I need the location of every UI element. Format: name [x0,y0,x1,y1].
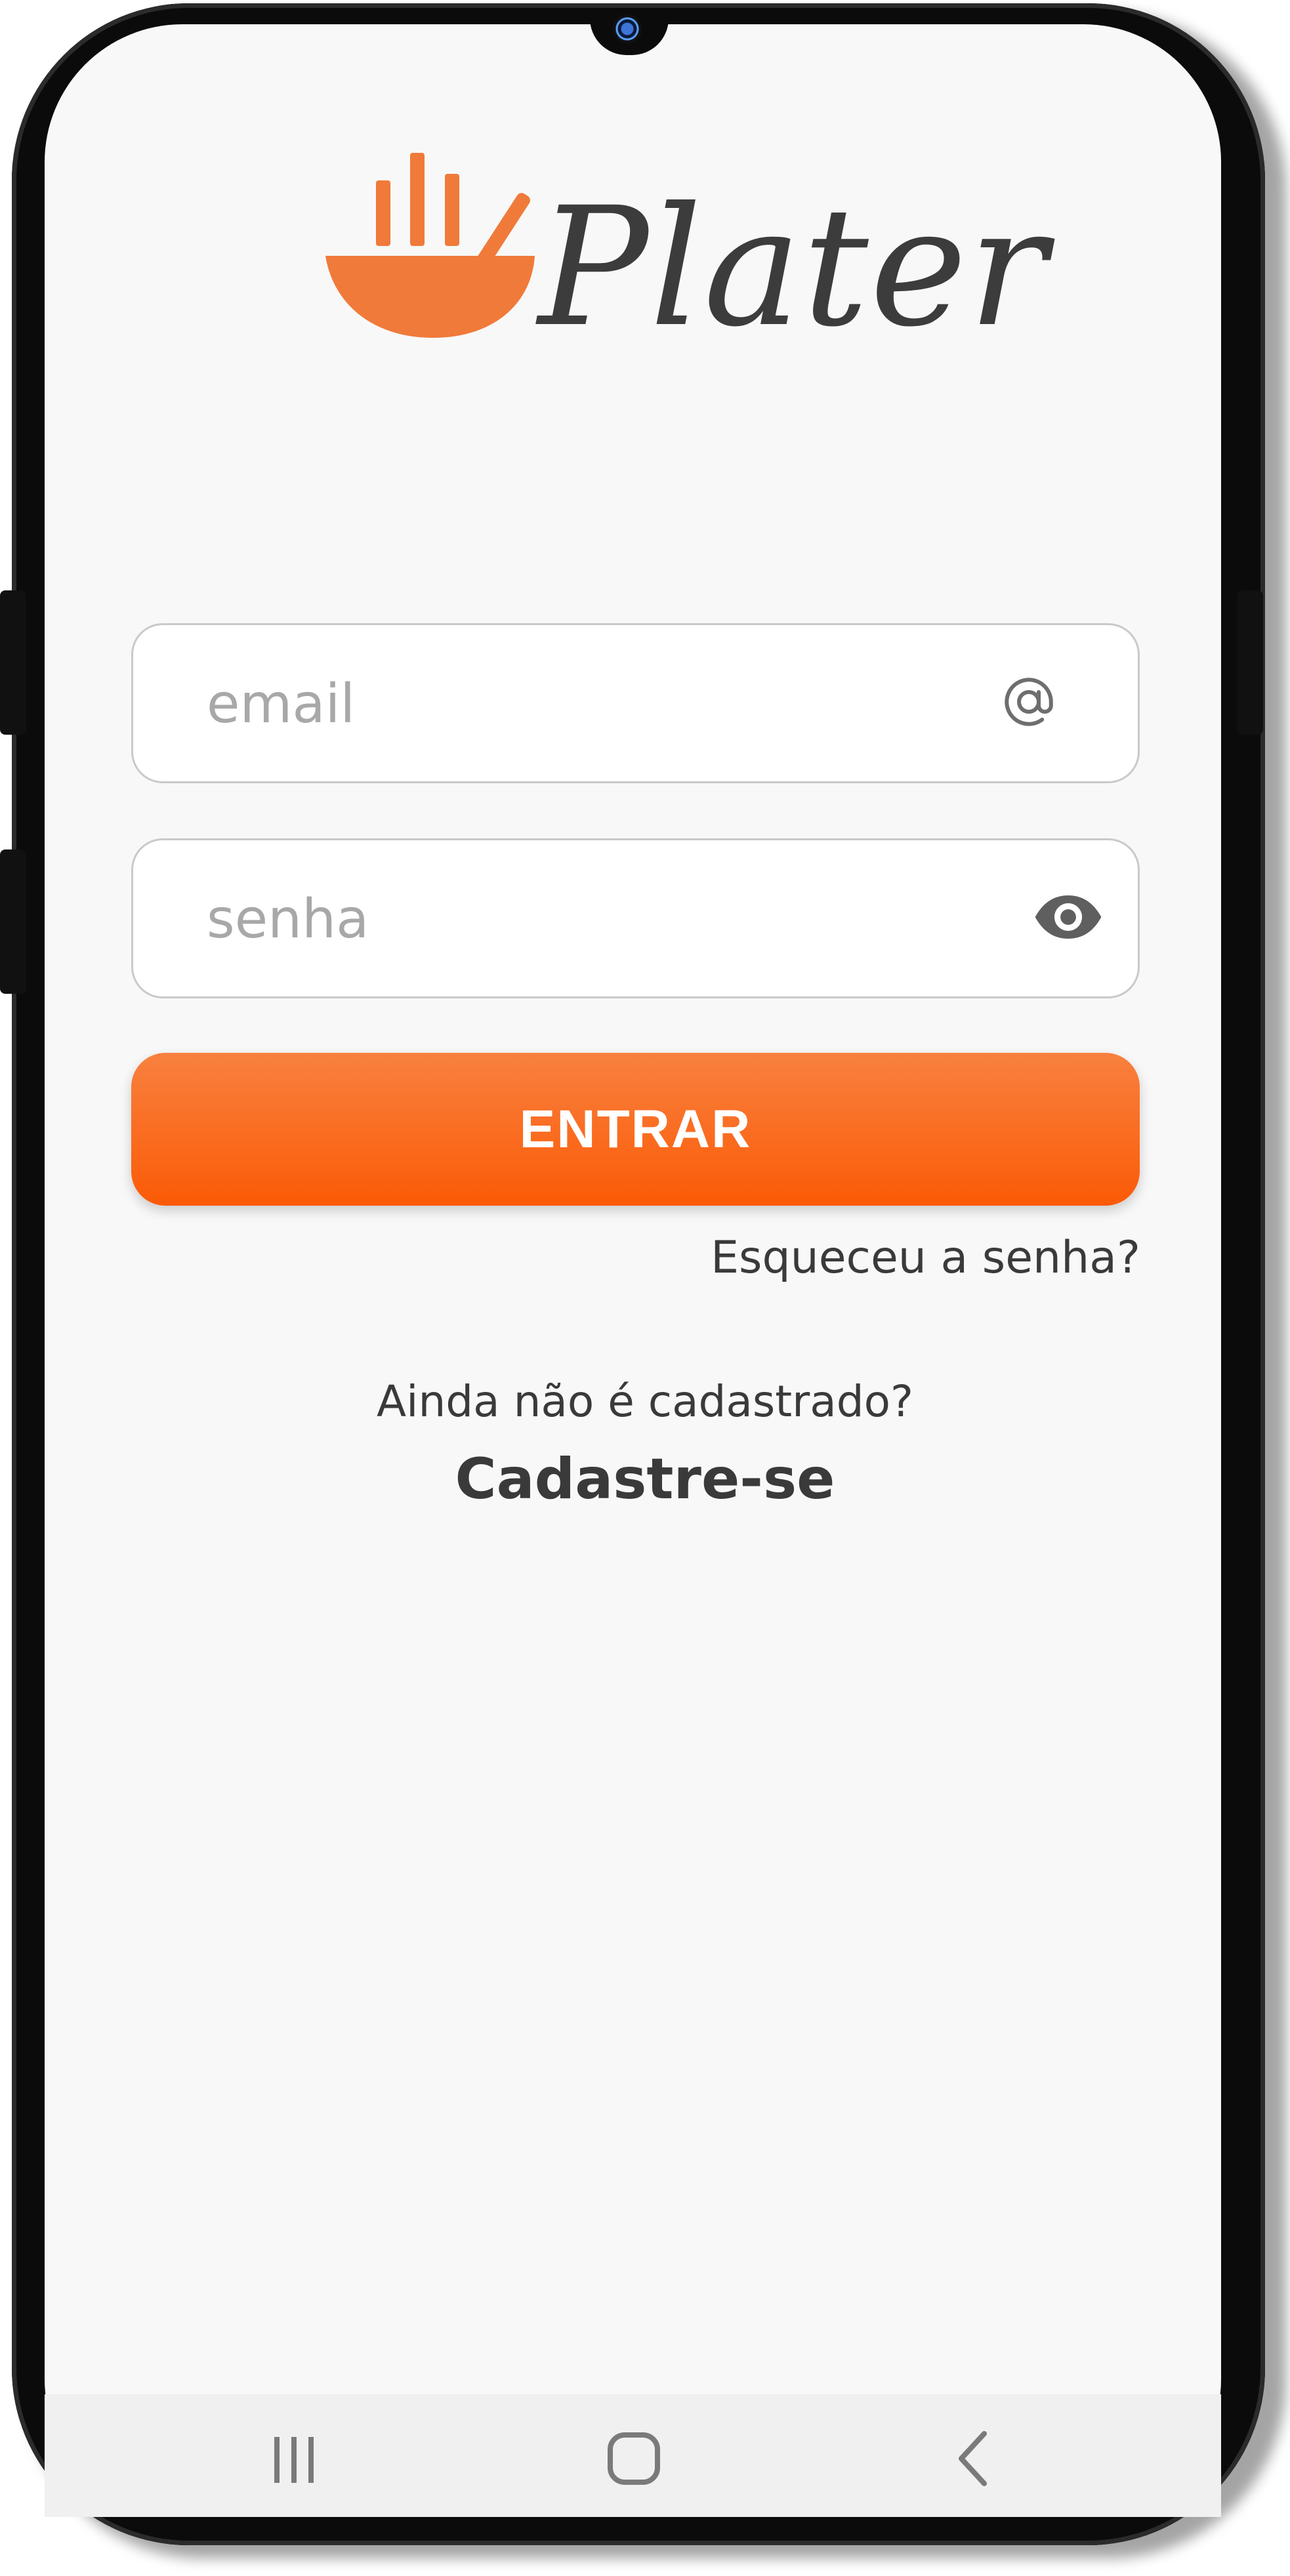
password-input[interactable] [205,840,963,998]
signup-prompt: Ainda não é cadastrado? [376,1376,914,1427]
front-camera-icon [613,14,642,43]
bixby-button [0,849,26,994]
forgot-password-link[interactable]: Esqueceu a senha? [711,1232,1140,1284]
back-icon [959,2431,987,2486]
recent-apps-button[interactable] [228,2394,360,2517]
volume-button [0,590,26,735]
app-name: Plater [538,172,1049,363]
bowl-icon [325,153,535,338]
eye-icon[interactable] [1032,891,1104,946]
at-icon [999,672,1058,734]
password-field[interactable] [131,838,1140,998]
recent-apps-icon [274,2437,314,2483]
email-field[interactable] [131,623,1140,783]
signup-link[interactable]: Cadastre-se [0,1446,1290,1512]
system-navbar [45,2394,1221,2517]
email-input[interactable] [205,625,963,783]
power-button [1237,590,1263,735]
home-button[interactable] [568,2394,699,2517]
back-button[interactable] [909,2394,1040,2517]
home-icon [608,2432,660,2485]
login-button[interactable]: ENTRAR [131,1053,1140,1206]
